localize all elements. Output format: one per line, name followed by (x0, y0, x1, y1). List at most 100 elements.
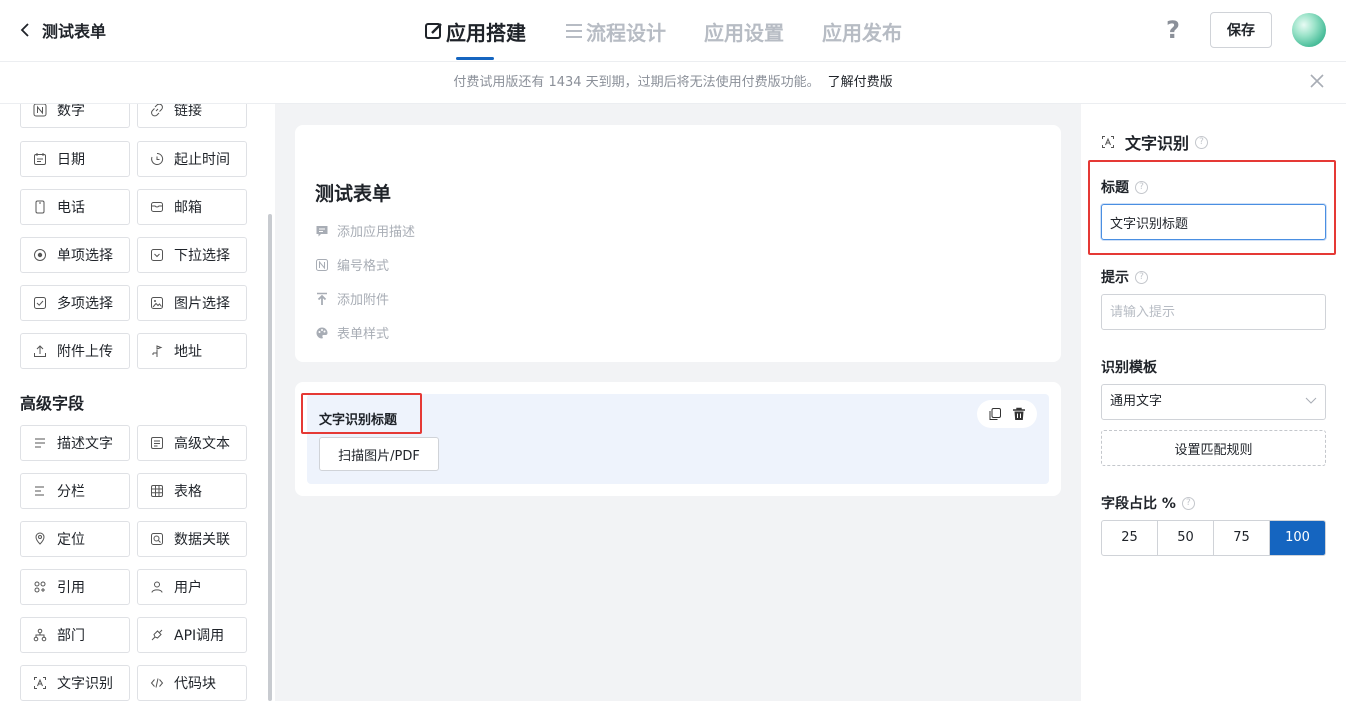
question-icon[interactable]: ? (1181, 496, 1195, 510)
palette-item-location[interactable]: 定位 (20, 521, 130, 557)
field-toolbar (977, 400, 1037, 428)
question-icon[interactable]: ? (1135, 270, 1148, 284)
palette-item-rich-text[interactable]: 高级文本 (137, 425, 247, 461)
chevron-left-icon (20, 23, 29, 37)
palette-item-label: 附件上传 (57, 344, 113, 360)
palette-item-link[interactable]: 链接 (137, 104, 247, 128)
ratio-label: 字段占比 % (1101, 496, 1176, 512)
user-icon (151, 581, 163, 593)
save-button[interactable]: 保存 (1210, 12, 1272, 48)
avatar[interactable] (1292, 13, 1326, 47)
props-title: 文字识别 (1125, 134, 1190, 153)
palette-item-label: 邮箱 (174, 200, 202, 216)
palette-item-label: API调用 (174, 628, 225, 644)
template-label: 识别模板 (1101, 360, 1157, 376)
palette-item-columns[interactable]: 分栏 (20, 473, 130, 509)
palette-item-mail[interactable]: 邮箱 (137, 189, 247, 225)
close-icon[interactable] (1310, 74, 1324, 88)
palette-item-department[interactable]: 部门 (20, 617, 130, 653)
palette-icon (316, 327, 328, 338)
calendar-icon (34, 153, 46, 165)
comment-icon (316, 225, 328, 236)
process-icon (566, 24, 582, 38)
ocr-icon (1102, 136, 1114, 148)
scan-button[interactable]: 扫描图片/PDF (319, 437, 439, 471)
form-style-link[interactable]: 表单样式 (315, 323, 389, 342)
palette-item-table[interactable]: 表格 (137, 473, 247, 509)
palette-item-time-range[interactable]: 起止时间 (137, 141, 247, 177)
palette-item-user[interactable]: 用户 (137, 569, 247, 605)
number-format-link[interactable]: 编号格式 (315, 255, 389, 274)
palette-item-radio[interactable]: 单项选择 (20, 237, 130, 273)
ratio-option-25[interactable]: 25 (1102, 521, 1158, 555)
palette-item-label: 描述文字 (57, 436, 113, 452)
palette-item-reference[interactable]: 引用 (20, 569, 130, 605)
link-label: 编号格式 (337, 259, 390, 274)
form-title[interactable]: 测试表单 (315, 179, 391, 206)
advanced-fields-heading: 高级字段 (20, 394, 85, 413)
palette-item-label: 多项选择 (57, 296, 113, 312)
hint-input[interactable] (1101, 294, 1326, 330)
palette-item-dropdown[interactable]: 下拉选择 (137, 237, 247, 273)
palette-item-number[interactable]: 数字 (20, 104, 130, 128)
palette-item-date[interactable]: 日期 (20, 141, 130, 177)
highlight-box-field-title (301, 393, 422, 434)
palette-item-label: 链接 (174, 104, 202, 119)
ratio-option-50[interactable]: 50 (1158, 521, 1214, 555)
template-select[interactable]: 通用文字 (1101, 384, 1326, 420)
ratio-option-75[interactable]: 75 (1214, 521, 1270, 555)
hint-label-row: 提示 ? (1101, 267, 1148, 287)
palette-item-data-link[interactable]: 数据关联 (137, 521, 247, 557)
palette-item-label: 定位 (57, 532, 85, 548)
palette-item-label: 文字识别 (57, 676, 113, 692)
link-label: 添加应用描述 (337, 225, 416, 240)
match-rule-button[interactable]: 设置匹配规则 (1101, 430, 1326, 466)
palette-item-description[interactable]: 描述文字 (20, 425, 130, 461)
tab-app-publish[interactable]: 应用发布 (822, 0, 902, 62)
palette-item-label: 代码块 (174, 676, 216, 692)
api-icon (151, 629, 163, 641)
palette-item-upload[interactable]: 附件上传 (20, 333, 130, 369)
palette-item-api[interactable]: API调用 (137, 617, 247, 653)
code-icon (150, 678, 164, 688)
palette-item-label: 部门 (57, 628, 85, 644)
palette-item-code[interactable]: 代码块 (137, 665, 247, 701)
add-description-link[interactable]: 添加应用描述 (315, 221, 415, 240)
notice-link[interactable]: 了解付费版 (828, 75, 893, 90)
tab-label: 流程设计 (586, 20, 666, 45)
description-icon (35, 438, 45, 448)
palette-item-label: 表格 (174, 484, 202, 500)
trial-notice: 付费试用版还有 1434 天到期，过期后将无法使用付费版功能。 了解付费版 (0, 62, 1346, 104)
palette-item-label: 数据关联 (174, 532, 230, 548)
palette-item-address[interactable]: 地址 (137, 333, 247, 369)
palette-scrollbar[interactable] (268, 214, 272, 701)
mail-icon (151, 202, 163, 212)
palette-item-label: 起止时间 (174, 152, 230, 168)
tab-app-settings[interactable]: 应用设置 (704, 0, 784, 62)
location-icon (35, 532, 45, 545)
palette-item-checkbox[interactable]: 多项选择 (20, 285, 130, 321)
tab-label: 应用发布 (822, 20, 902, 45)
props-header: 文字识别 ? (1101, 130, 1209, 154)
palette-item-label: 分栏 (57, 484, 85, 500)
palette-item-ocr[interactable]: 文字识别 (20, 665, 130, 701)
palette-item-image[interactable]: 图片选择 (137, 285, 247, 321)
tab-app-build[interactable]: 应用搭建 (424, 0, 526, 62)
phone-icon (35, 200, 45, 214)
add-attachment-link[interactable]: 添加附件 (315, 289, 389, 308)
tab-label: 应用设置 (704, 20, 784, 45)
address-icon (152, 345, 163, 357)
form-header-card: 测试表单 添加应用描述 编号格式 添加附件 表单样式 (295, 125, 1061, 362)
copy-icon[interactable] (988, 407, 1002, 421)
chevron-down-icon (1305, 397, 1317, 404)
help-icon[interactable]: ? (1166, 16, 1180, 44)
palette-item-label: 用户 (174, 580, 202, 596)
question-icon[interactable]: ? (1195, 135, 1209, 149)
tab-process-design[interactable]: 流程设计 (564, 0, 666, 62)
back-button[interactable]: 测试表单 (20, 18, 106, 42)
delete-icon[interactable] (1012, 407, 1026, 421)
attachment-upload-icon (317, 292, 327, 305)
ratio-option-100[interactable]: 100 (1270, 521, 1325, 555)
palette-item-phone[interactable]: 电话 (20, 189, 130, 225)
palette-item-label: 电话 (57, 200, 85, 216)
